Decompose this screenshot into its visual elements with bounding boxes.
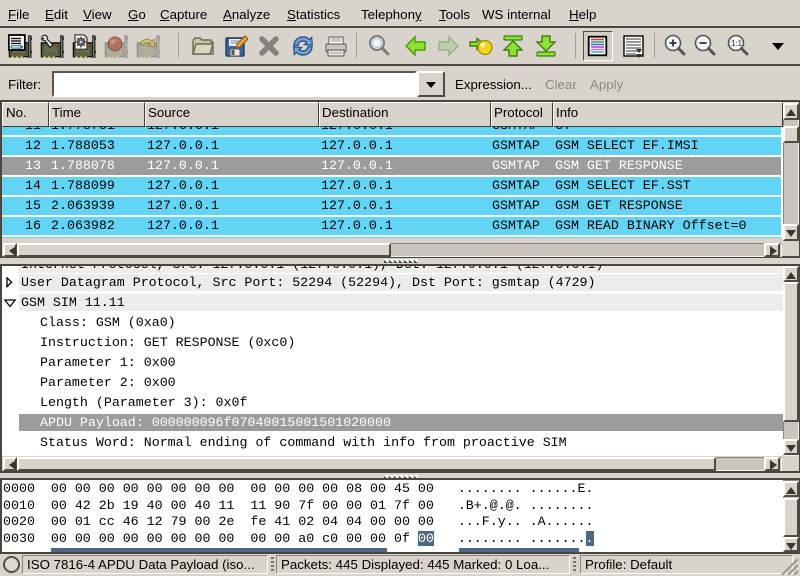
svg-text:1:1: 1:1: [731, 39, 743, 48]
